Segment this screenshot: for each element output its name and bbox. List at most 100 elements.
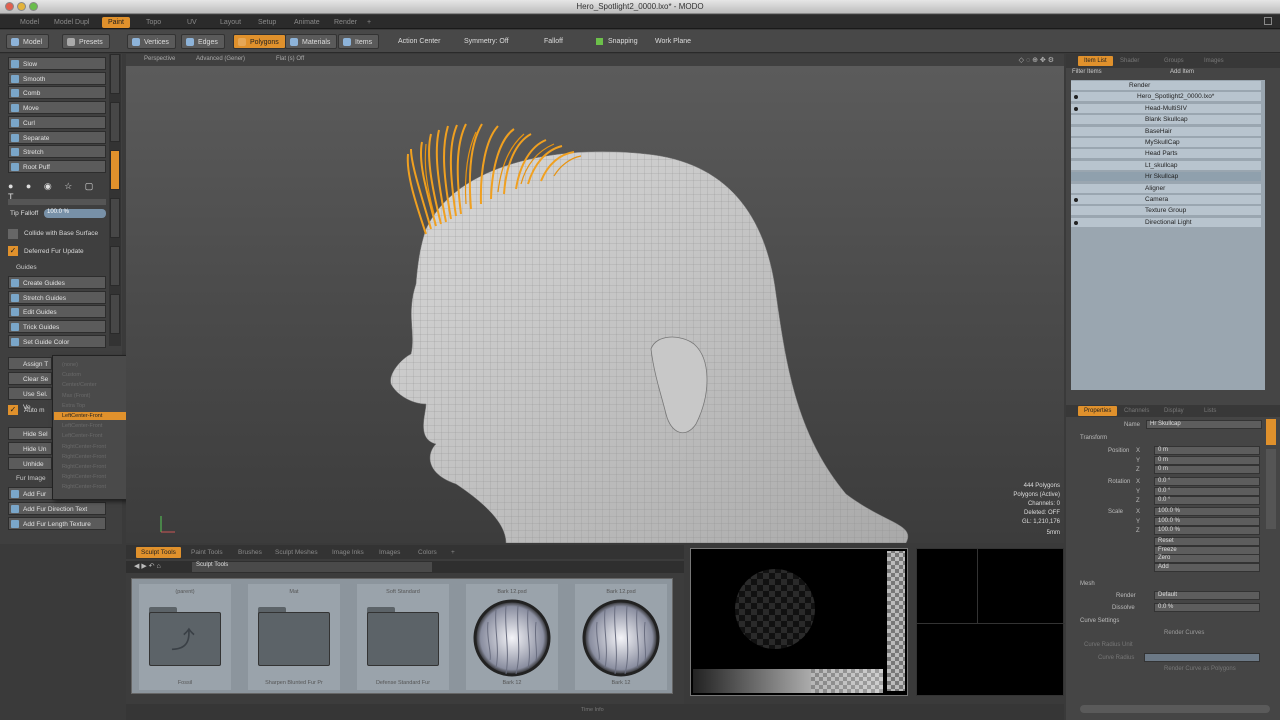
item-row[interactable]: Aligner <box>1071 183 1261 194</box>
bottom-tab[interactable]: Image Inks <box>327 547 369 558</box>
tab-topo[interactable]: Topo <box>140 17 167 28</box>
bottom-tab[interactable]: Sculpt Tools <box>136 547 181 558</box>
item-row[interactable]: Hr Skullcap <box>1071 172 1261 183</box>
bottom-tab[interactable]: Colors <box>413 547 442 558</box>
action-center-option[interactable]: Extra Top <box>62 402 85 410</box>
side-button-use_sel[interactable]: Use Sel. Ve <box>8 387 52 411</box>
rotation-field[interactable]: 0.0 ° <box>1154 486 1260 496</box>
visibility-eye-icon[interactable] <box>1074 198 1078 202</box>
tab-particle-tools[interactable] <box>110 246 120 286</box>
tab-animate[interactable]: Animate <box>288 17 326 28</box>
3d-viewport[interactable] <box>126 54 1064 543</box>
fur-tool-button[interactable]: Stretch <box>8 145 106 159</box>
item-row[interactable]: Texture Group <box>1071 206 1261 217</box>
edges-button[interactable]: Edges <box>181 34 225 49</box>
visibility-eye-icon[interactable] <box>1074 106 1078 111</box>
visibility-eye-icon[interactable] <box>1074 95 1078 100</box>
side-button-assign[interactable]: Assign T <box>8 357 52 370</box>
item-row[interactable]: Blank Skullcap <box>1071 115 1261 126</box>
filter-items[interactable]: Filter Items <box>1072 69 1102 75</box>
item-row[interactable]: Camera <box>1071 195 1261 205</box>
tab-sculpt-tools[interactable] <box>110 54 120 94</box>
tab-channels[interactable]: Channels <box>1118 406 1155 416</box>
bottom-tab[interactable]: Images <box>374 547 405 558</box>
item-row[interactable]: Directional Light <box>1071 217 1261 228</box>
view-type-dropdown[interactable]: Perspective <box>144 56 175 62</box>
minimize-window-icon[interactable] <box>17 2 26 11</box>
item-row[interactable]: BaseHair <box>1071 126 1261 137</box>
fur-tool-button[interactable]: Root Puff <box>8 159 106 173</box>
action-center-option[interactable]: (none) <box>62 361 78 369</box>
tab-groups[interactable]: Groups <box>1158 56 1190 66</box>
model-button[interactable]: Model <box>6 34 50 49</box>
scale-field[interactable]: 100.0 % <box>1154 516 1260 526</box>
action-center-option[interactable]: Max (Front) <box>62 392 90 400</box>
fur-tool-button[interactable]: Curl <box>8 115 106 129</box>
preset-item[interactable]: Mat Sharpen Blunted Fur Pr <box>248 584 340 690</box>
materials-button[interactable]: Materials <box>285 34 338 49</box>
fur-tool-button[interactable]: Slow <box>8 57 106 70</box>
hide-button[interactable]: Hide Un <box>8 442 52 455</box>
item-row[interactable]: Lt_skullcap <box>1071 160 1261 171</box>
polygons-button[interactable]: Polygons <box>233 34 286 49</box>
action-center-option[interactable]: RightCenter-Front <box>62 473 106 481</box>
tab-item-list[interactable]: Item List <box>1078 56 1113 66</box>
rotation-field[interactable]: 0.0 ° <box>1154 477 1260 486</box>
action-center-option[interactable]: RightCenter-Front <box>62 443 106 451</box>
action-center-dropdown[interactable]: Action Center <box>398 34 440 49</box>
presets-button[interactable]: Presets <box>62 34 110 49</box>
tab-retopo[interactable] <box>110 198 120 238</box>
hide-button[interactable]: Hide Sel <box>8 427 52 440</box>
tab-render[interactable]: Render <box>328 17 363 28</box>
tab-uv[interactable]: UV <box>181 17 203 28</box>
tab-setup[interactable]: Setup <box>252 17 282 28</box>
item-row[interactable]: Hero_Spotlight2_0000.lxo* <box>1071 92 1261 103</box>
position-field[interactable]: 0 m <box>1154 446 1260 455</box>
curve-radius-field[interactable] <box>1144 653 1260 662</box>
side-button-clear[interactable]: Clear Se <box>8 372 52 385</box>
bottom-tab[interactable]: Paint Tools <box>186 547 228 558</box>
snapping-button[interactable]: Snapping <box>596 34 638 49</box>
browser-nav-icons[interactable]: ◀ ▶ ↶ ⌂ <box>134 562 161 570</box>
brush-preset-bar[interactable] <box>8 199 106 205</box>
work-plane-dropdown[interactable]: Work Plane <box>655 34 691 49</box>
tab-paint-tools[interactable] <box>110 102 120 142</box>
action-center-option[interactable]: RightCenter-Front <box>62 453 106 461</box>
tab-properties[interactable]: Properties <box>1078 406 1118 416</box>
fur-tool-button[interactable]: Separate <box>8 130 106 144</box>
item-row[interactable]: Render <box>1071 81 1261 91</box>
tab-utilities[interactable] <box>110 294 120 334</box>
position-field[interactable]: 0 m <box>1154 455 1260 465</box>
scale-field[interactable]: 100.0 % <box>1154 526 1260 535</box>
guide-tool-button[interactable]: Create Guides <box>8 276 106 289</box>
action-center-option[interactable]: Center/Center <box>62 381 97 389</box>
bottom-tab[interactable]: Brushes <box>233 547 267 558</box>
tab-paint[interactable]: Paint <box>102 17 130 28</box>
tab-fur-tools[interactable] <box>110 150 120 190</box>
deferred-checkbox[interactable]: ✓ <box>8 246 18 256</box>
item-row[interactable]: Head-MultiSIV <box>1071 103 1261 114</box>
close-window-icon[interactable] <box>5 2 14 11</box>
shading-dropdown[interactable]: Advanced (Gener) <box>196 56 245 62</box>
fur-image-button[interactable]: Add Fur Length Texture <box>8 517 106 530</box>
action-center-option[interactable]: LeftCenter-Front <box>54 412 134 420</box>
action-center-option[interactable]: LeftCenter-Front <box>62 432 102 440</box>
guide-tool-button[interactable]: Edit Guides <box>8 305 106 319</box>
transform-action-button[interactable]: Add <box>1154 562 1260 572</box>
tab-shader[interactable]: Shader <box>1114 56 1145 66</box>
guide-tool-button[interactable]: Trick Guides <box>8 320 106 334</box>
tab-images[interactable]: Images <box>1198 56 1230 66</box>
maximize-icon[interactable] <box>1264 17 1272 25</box>
visibility-eye-icon[interactable] <box>1074 220 1078 225</box>
auto-checkbox[interactable]: ✓ <box>8 405 18 415</box>
scroll-bar[interactable] <box>1080 705 1270 713</box>
zoom-window-icon[interactable] <box>29 2 38 11</box>
tab-layout[interactable]: Layout <box>214 17 247 28</box>
name-field[interactable]: Hr Skullcap <box>1146 420 1262 429</box>
viewport-nav-icons[interactable]: ◇ ◌ ⊕ ✥ ⚙ <box>1019 56 1054 64</box>
render-dropdown[interactable]: Default <box>1154 591 1260 600</box>
preset-item[interactable]: Bark 12.psd Bark 12 <box>466 584 558 690</box>
tip-falloff-slider[interactable]: 100.0 % <box>44 209 106 218</box>
falloff-dropdown[interactable]: Falloff <box>544 34 563 49</box>
tab-add[interactable]: + <box>361 17 377 28</box>
